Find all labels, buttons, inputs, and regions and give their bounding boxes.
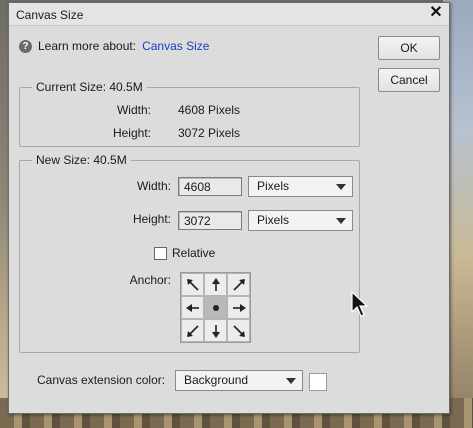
current-width-label: Width: xyxy=(116,103,151,117)
current-height-label: Height: xyxy=(112,126,151,140)
anchor-center-dot-icon xyxy=(212,304,219,311)
learn-more-label: Learn more about: xyxy=(38,39,137,53)
extension-color-select[interactable]: Background xyxy=(175,370,303,391)
ok-button[interactable]: OK xyxy=(378,36,440,60)
arrow-left-icon xyxy=(185,303,199,312)
extension-color-label: Canvas extension color: xyxy=(37,373,166,387)
relative-label[interactable]: Relative xyxy=(172,246,215,260)
anchor-left[interactable] xyxy=(181,296,204,319)
anchor-top[interactable] xyxy=(204,273,227,296)
arrow-right-icon xyxy=(232,303,246,312)
arrow-up-icon xyxy=(211,277,220,291)
cancel-button[interactable]: Cancel xyxy=(378,68,440,92)
new-size-legend: New Size: 40.5M xyxy=(32,153,131,167)
current-size-group: Current Size: 40.5M Width: 4608 Pixels H… xyxy=(19,80,360,147)
extension-color-swatch[interactable] xyxy=(309,373,327,391)
mouse-pointer-icon xyxy=(351,291,369,317)
canvas-size-help-link[interactable]: Canvas Size xyxy=(142,39,209,53)
arrow-up-left-icon xyxy=(186,278,199,291)
anchor-bottom[interactable] xyxy=(204,319,227,342)
canvas-size-dialog: Canvas Size ✕ ? Learn more about: Canvas… xyxy=(8,2,450,414)
height-unit-select[interactable]: Pixels xyxy=(248,210,353,231)
anchor-label: Anchor: xyxy=(129,273,171,287)
anchor-top-right[interactable] xyxy=(227,273,250,296)
arrow-down-left-icon xyxy=(186,324,199,337)
anchor-center[interactable] xyxy=(204,296,227,319)
anchor-bottom-right[interactable] xyxy=(227,319,250,342)
chevron-down-icon xyxy=(286,378,296,384)
width-input[interactable]: 4608 xyxy=(178,177,242,196)
new-size-group: New Size: 40.5M Width: 4608 Pixels Heigh… xyxy=(19,153,360,353)
width-unit-select[interactable]: Pixels xyxy=(248,176,353,197)
arrow-down-icon xyxy=(211,324,220,338)
dialog-title: Canvas Size xyxy=(16,8,84,22)
extension-color-value: Background xyxy=(184,373,249,387)
current-height-value: 3072 Pixels xyxy=(178,126,241,140)
anchor-bottom-left[interactable] xyxy=(181,319,204,342)
title-bar[interactable]: Canvas Size ✕ xyxy=(9,3,449,26)
help-icon: ? xyxy=(19,39,32,53)
current-width-value: 4608 Pixels xyxy=(178,103,241,117)
close-icon[interactable]: ✕ xyxy=(427,4,445,22)
arrow-up-right-icon xyxy=(232,278,245,291)
relative-checkbox[interactable] xyxy=(154,247,167,260)
anchor-top-left[interactable] xyxy=(181,273,204,296)
anchor-right[interactable] xyxy=(227,296,250,319)
arrow-down-right-icon xyxy=(232,324,245,337)
width-unit-value: Pixels xyxy=(257,179,290,193)
height-unit-value: Pixels xyxy=(257,213,290,227)
learn-more-row: ? Learn more about: Canvas Size xyxy=(19,39,209,53)
new-width-label: Width: xyxy=(136,179,171,193)
chevron-down-icon xyxy=(336,184,346,190)
height-input[interactable]: 3072 xyxy=(178,211,242,230)
anchor-grid xyxy=(180,272,251,343)
new-height-label: Height: xyxy=(132,212,171,226)
current-size-legend: Current Size: 40.5M xyxy=(32,80,147,94)
chevron-down-icon xyxy=(336,218,346,224)
